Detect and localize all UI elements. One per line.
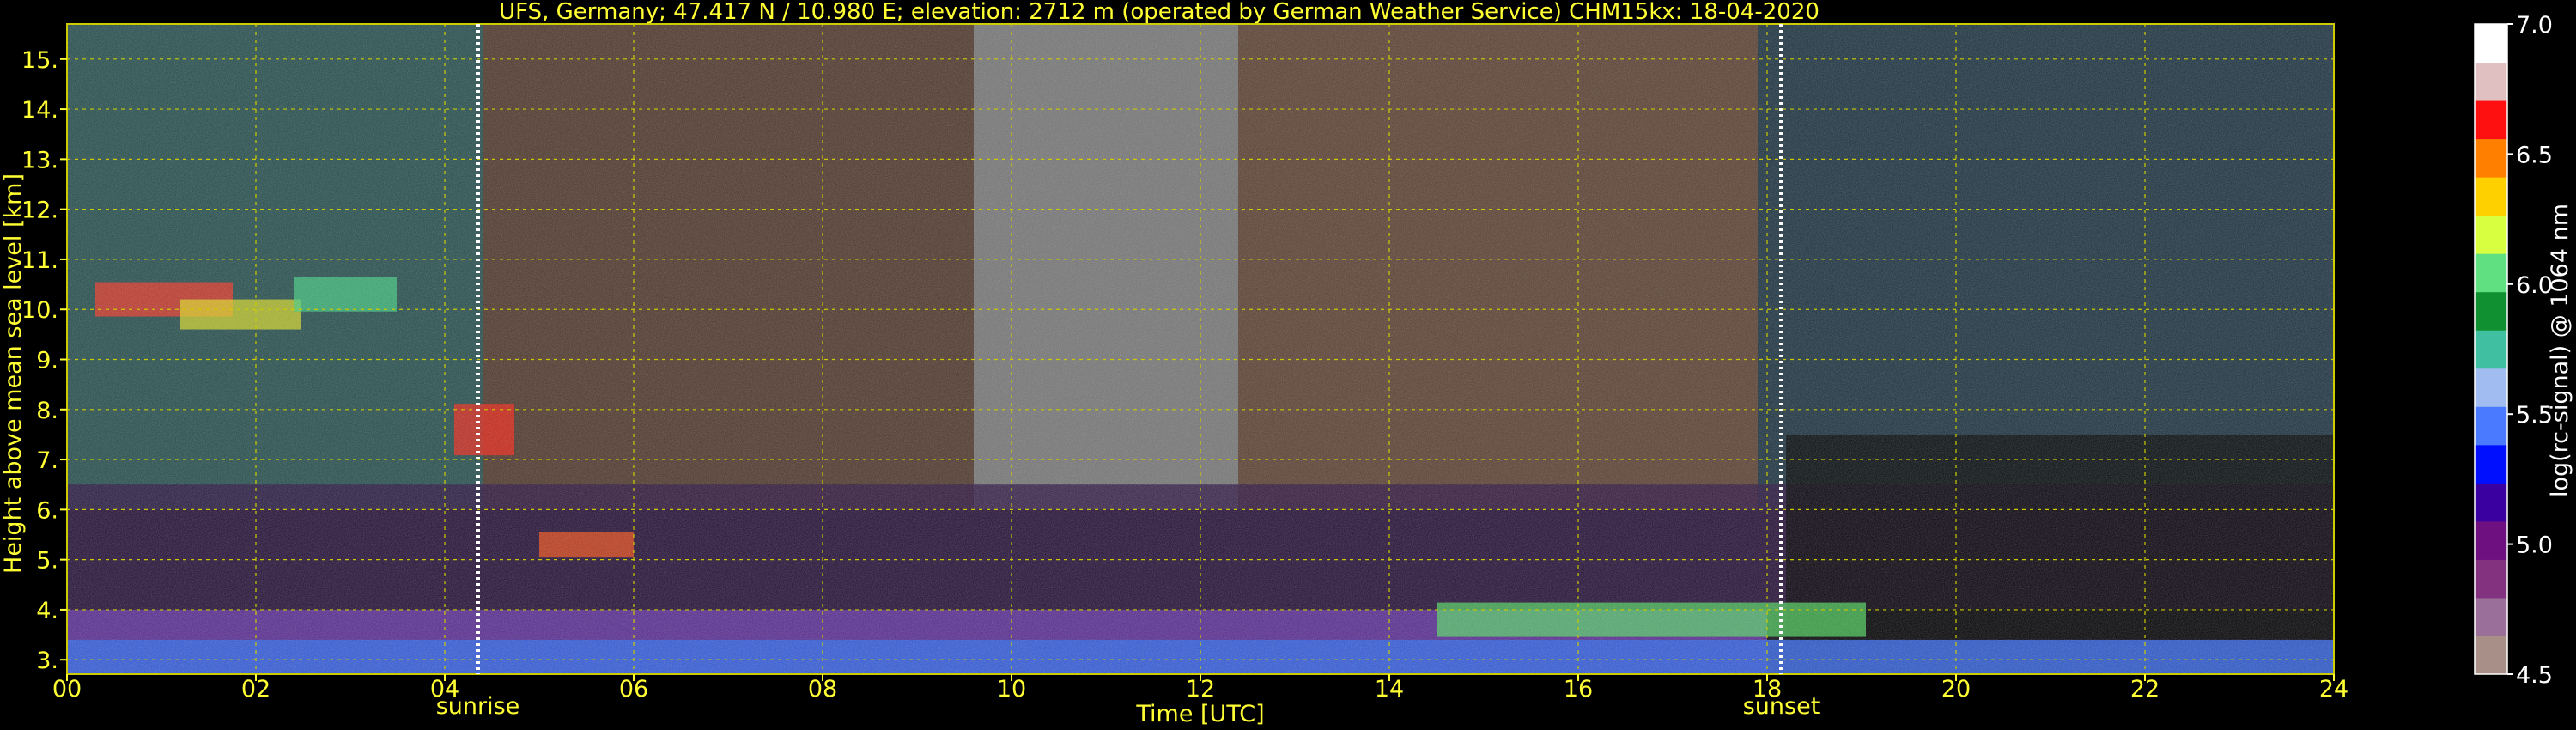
colorbar-segment [2475,215,2507,254]
y-tick-label: 3. [36,648,58,674]
y-tick-label: 6. [36,497,58,524]
y-axis: 3. 4. 5. 6. 7. 8. 9. 10. 11. 12. 13. 14. 15. [21,47,67,674]
colorbar-tick-label: 4.5 [2516,662,2553,689]
colorbar-segment [2475,636,2507,675]
y-tick-label: 11. [21,247,58,274]
colorbar-segment [2475,483,2507,522]
y-tick-label: 9. [36,348,58,374]
colorbar-segment [2475,597,2507,636]
x-tick-label: 14 [1375,676,1404,703]
chart-title: UFS, Germany; 47.417 N / 10.980 E; eleva… [499,0,1820,25]
colorbar-tick-label: 7.0 [2516,12,2553,39]
colorbar-segment [2475,520,2507,560]
y-tick-label: 14. [21,97,58,124]
x-tick-label: 02 [241,676,270,703]
colorbar-segment [2475,444,2507,484]
colorbar-segment [2475,291,2507,331]
colorbar-segment [2475,559,2507,599]
x-tick-label: 20 [1941,676,1971,703]
y-tick-label: 4. [36,598,58,624]
colorbar-segment [2475,177,2507,216]
x-tick-label: 00 [52,676,82,703]
colorbar-tick-label: 6.5 [2516,142,2553,168]
x-axis: 00 02 04 06 08 10 12 14 16 18 20 22 24 [52,674,2348,703]
x-tick-label: 08 [808,676,837,703]
colorbar-tick-label: 5.0 [2516,532,2553,559]
colorbar-segment [2475,330,2507,369]
colorbar-segment [2475,24,2507,64]
colorbar-segment [2475,138,2507,178]
x-tick-label: 04 [430,676,459,703]
y-tick-label: 15. [21,47,58,74]
colorbar-segment [2475,253,2507,293]
x-tick-label: 12 [1186,676,1215,703]
y-tick-label: 5. [36,548,58,575]
colorbar-segment [2475,406,2507,446]
colorbar-segment [2475,100,2507,140]
colorbar-segment [2475,368,2507,407]
x-axis-label: Time [UTC] [1135,701,1264,727]
x-tick-label: 18 [1753,676,1782,703]
y-tick-label: 8. [36,398,58,424]
x-tick-label: 06 [619,676,648,703]
x-tick-label: 24 [2319,676,2348,703]
colorbar-segment [2475,62,2507,101]
y-tick-label: 7. [36,447,58,474]
x-tick-label: 22 [2130,676,2160,703]
y-axis-label: Height above mean sea level [km] [0,173,27,574]
x-tick-label: 16 [1564,676,1593,703]
ceilometer-plot: UFS, Germany; 47.417 N / 10.980 E; eleva… [0,0,2573,727]
y-tick-label: 13. [21,147,58,173]
x-tick-label: 10 [997,676,1026,703]
colorbar: 4.55.05.56.06.57.0 [2474,12,2553,689]
y-tick-label: 12. [21,198,58,224]
y-tick-label: 10. [21,297,58,324]
colorbar-label: log(rc-signal) @ 1064 nm [2547,204,2573,497]
